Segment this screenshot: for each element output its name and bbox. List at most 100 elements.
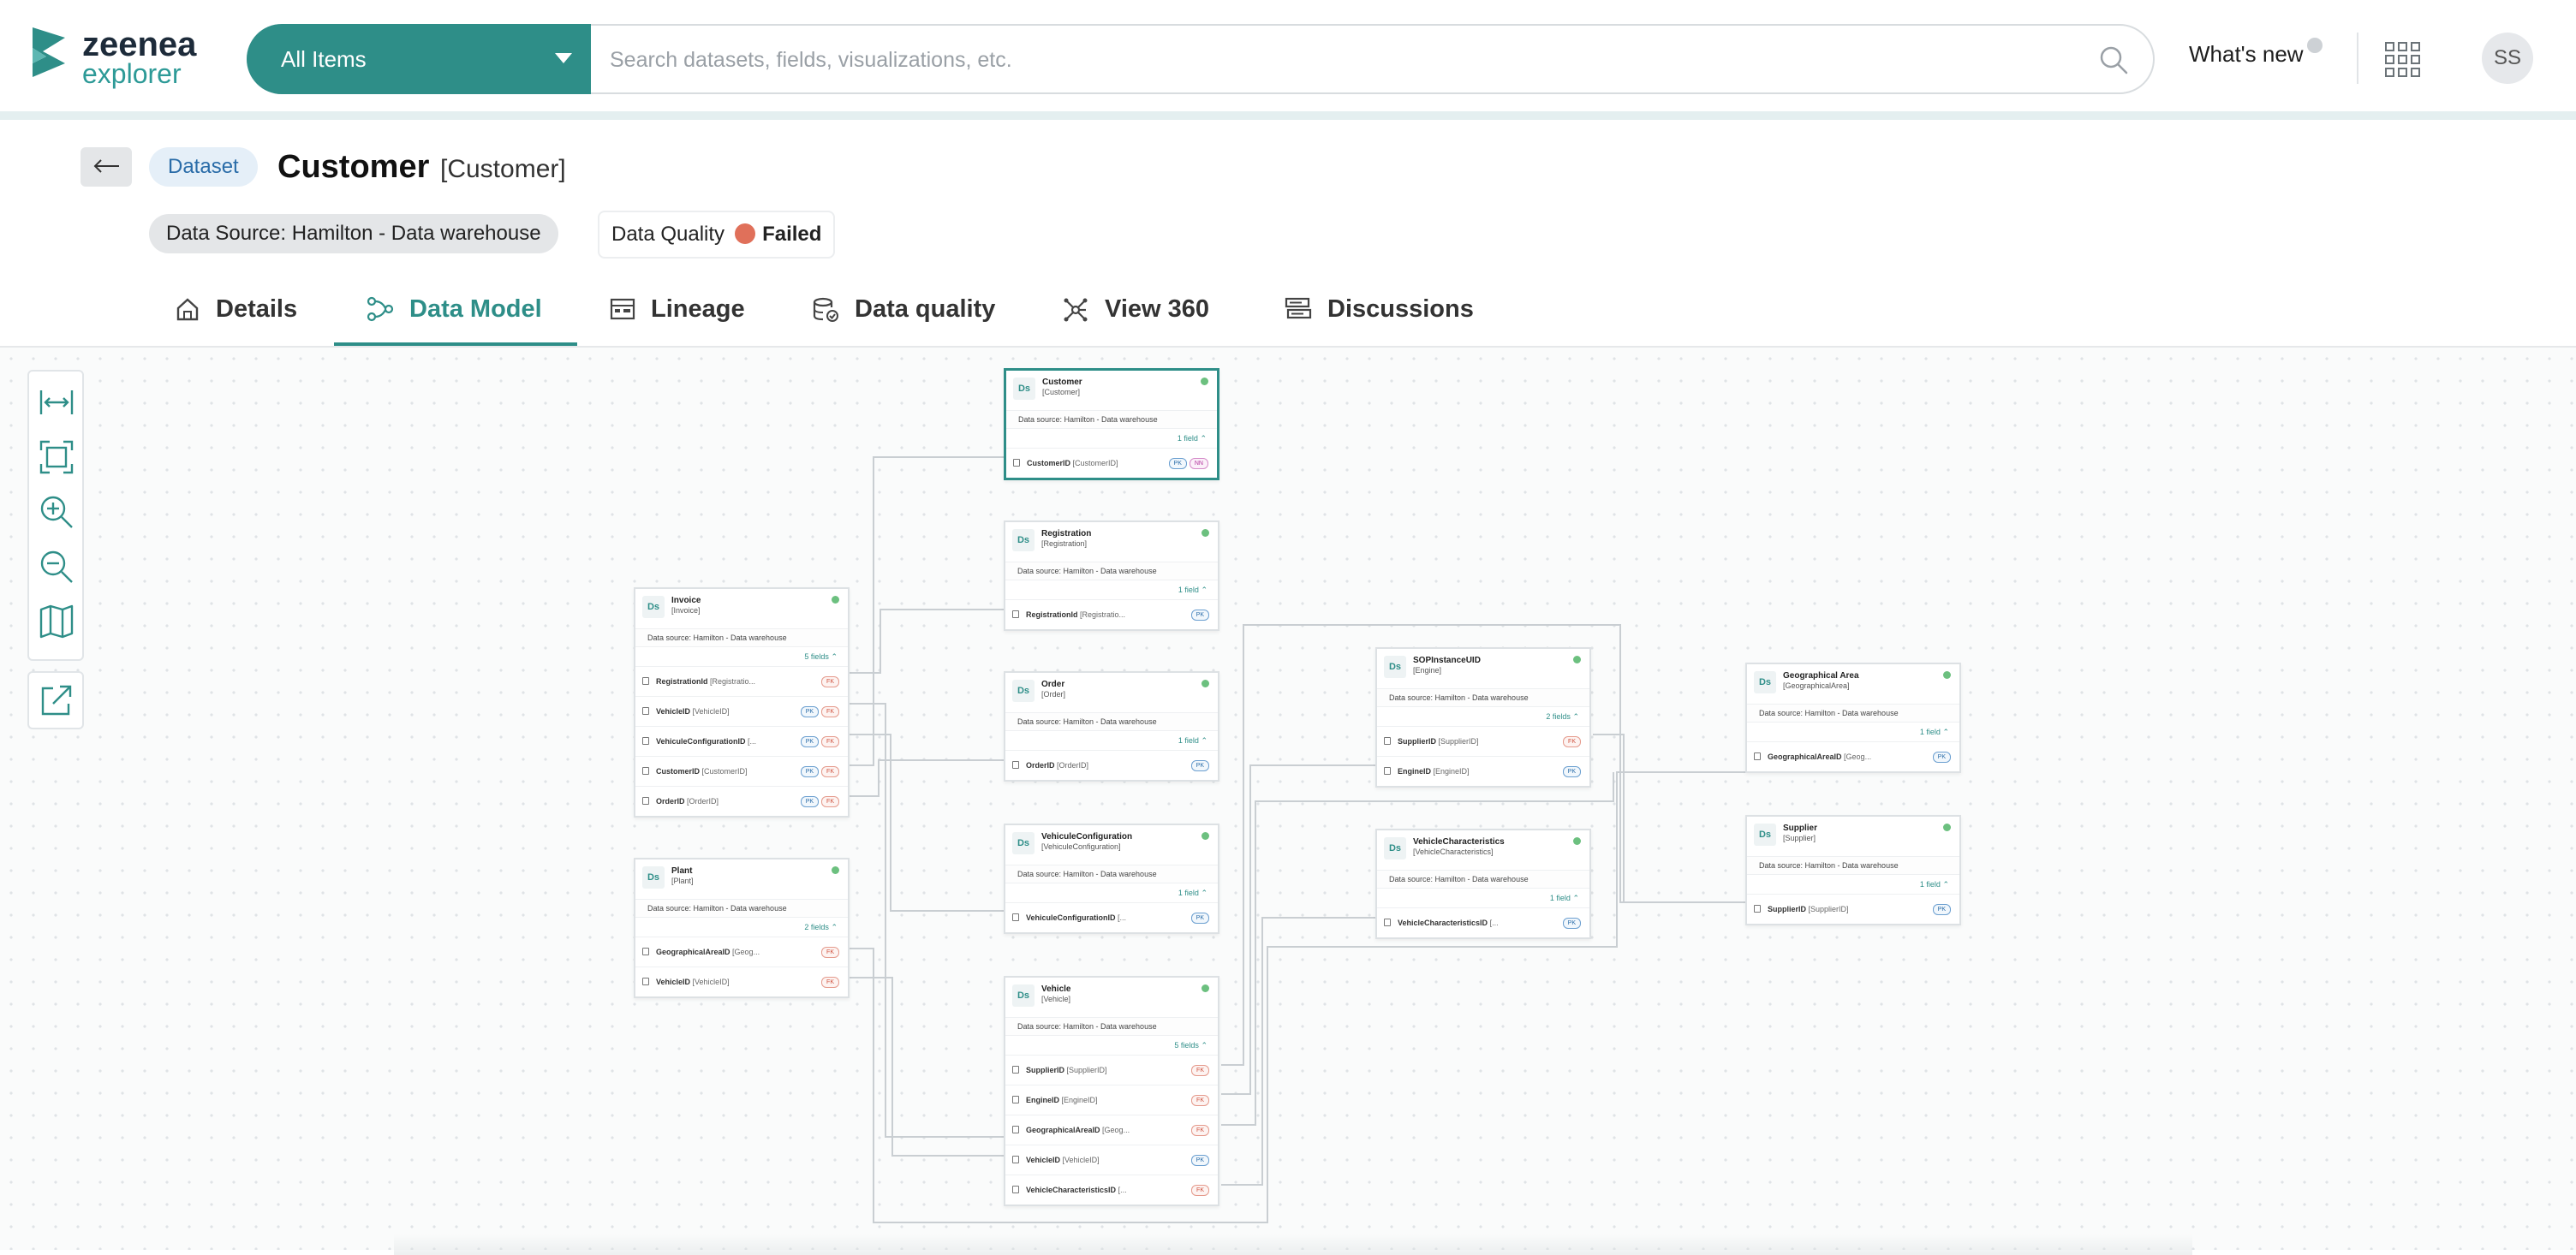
search-input[interactable]	[608, 38, 2067, 82]
key-badge-fk: FK	[821, 977, 839, 988]
key-badge-fk: FK	[821, 736, 839, 747]
field-row[interactable]: EngineID [EngineID] FK	[1005, 1085, 1218, 1115]
field-name: SupplierID	[1398, 737, 1437, 746]
node-field-count-toggle[interactable]: 1 field ⌃	[1005, 883, 1218, 902]
node-customer[interactable]: Ds Customer [Customer] Data source: Hamilto…	[1004, 368, 1219, 480]
key-badge-fk: FK	[1563, 736, 1581, 747]
node-field-count-toggle[interactable]: 1 field ⌃	[1005, 731, 1218, 750]
field-row[interactable]: VehicleCharacteristicsID [... PK	[1377, 907, 1589, 937]
field-keys: FK	[821, 947, 839, 958]
field-row[interactable]: SupplierID [SupplierID] FK	[1005, 1055, 1218, 1085]
node-technical-name: [Supplier]	[1783, 834, 1816, 842]
node-field-count-toggle[interactable]: 5 fields ⌃	[635, 647, 848, 666]
node-geographical-area[interactable]: Ds Geographical Area [GeographicalArea] Dat…	[1745, 663, 1961, 773]
node-field-count-toggle[interactable]: 1 field ⌃	[1747, 875, 1959, 894]
field-row[interactable]: RegistrationId [Registratio... FK	[635, 666, 848, 696]
zeenea-logo-icon	[33, 27, 65, 77]
data-source-chip[interactable]: Data Source: Hamilton - Data warehouse	[149, 214, 558, 253]
key-badge-pk: PK	[1562, 766, 1581, 777]
node-plant[interactable]: Ds Plant [Plant] Data source: Hamilton - Da…	[634, 858, 850, 998]
field-technical-name: [OrderID]	[687, 797, 719, 806]
chevron-up-icon: ⌃	[1201, 889, 1208, 897]
tab-details[interactable]: Details	[175, 279, 297, 348]
field-row[interactable]: GeographicalAreaID [Geog... FK	[635, 937, 848, 967]
tab-view-360[interactable]: View 360	[1062, 279, 1209, 348]
chevron-up-icon: ⌃	[1572, 894, 1579, 902]
node-invoice[interactable]: Ds Invoice [Invoice] Data source: Hamilton …	[634, 587, 850, 818]
data-quality-chip[interactable]: Data Quality Failed	[598, 211, 836, 259]
dataset-icon: Ds	[1384, 656, 1406, 678]
node-sop-instance-uid[interactable]: Ds SOPInstanceUID [Engine] Data source: Ham…	[1375, 647, 1591, 788]
field-technical-name: [Geog...	[1102, 1126, 1130, 1134]
field-row[interactable]: CustomerID [CustomerID] PK NN	[1006, 448, 1217, 478]
field-keys: FK	[1191, 1185, 1209, 1196]
key-badge-pk: PK	[1190, 610, 1209, 621]
node-vehicule-configuration[interactable]: Ds VehiculeConfiguration [VehiculeConfigur…	[1004, 824, 1219, 934]
node-data-source: Data source: Hamilton - Data warehouse	[1747, 856, 1959, 875]
field-type-icon	[642, 707, 649, 715]
tab-lineage[interactable]: Lineage	[610, 279, 745, 348]
field-row[interactable]: OrderID [OrderID] PK FK	[635, 786, 848, 816]
key-badge-fk: FK	[821, 796, 839, 807]
node-order[interactable]: Ds Order [Order] Data source: Hamilton - Da…	[1004, 671, 1219, 782]
caret-down-icon	[555, 53, 572, 63]
search-icon[interactable]	[2096, 43, 2131, 77]
key-badge-pk: PK	[1190, 760, 1209, 771]
field-row[interactable]: RegistrationId [Registratio... PK	[1005, 599, 1218, 629]
zeenea-logo[interactable]: zeenea explorer	[31, 26, 219, 94]
node-header: Ds Supplier [Supplier]	[1747, 817, 1959, 856]
data-model-canvas[interactable]: Ds Customer [Customer] Data source: Hamilto…	[0, 348, 2576, 1255]
node-field-count-toggle[interactable]: 5 fields ⌃	[1005, 1036, 1218, 1055]
field-row[interactable]: OrderID [OrderID] PK	[1005, 750, 1218, 780]
field-technical-name: [CustomerID]	[701, 767, 748, 776]
user-avatar[interactable]: SS	[2482, 33, 2533, 84]
node-vehicle-characteristics[interactable]: Ds VehicleCharacteristics [VehicleCharacte…	[1375, 829, 1591, 939]
back-button[interactable]	[80, 147, 132, 187]
whats-new-link[interactable]: What's new	[2189, 41, 2304, 68]
view-360-icon	[1064, 298, 1088, 322]
node-field-count: 1 field	[1178, 586, 1199, 594]
field-row[interactable]: VehiculeConfigurationID [... PK FK	[635, 726, 848, 756]
tab-data-quality[interactable]: Data quality	[812, 279, 995, 348]
node-header: Ds Vehicle [Vehicle]	[1005, 978, 1218, 1017]
node-name: Customer	[1042, 378, 1082, 387]
field-row[interactable]: GeographicalAreaID [Geog... FK	[1005, 1115, 1218, 1145]
search-scope-dropdown[interactable]: All Items	[247, 24, 591, 94]
field-row[interactable]: VehicleID [VehicleID] PK FK	[635, 696, 848, 726]
node-field-count-toggle[interactable]: 1 field ⌃	[1006, 429, 1217, 448]
field-row[interactable]: CustomerID [CustomerID] PK FK	[635, 756, 848, 786]
field-keys: PK NN	[1168, 458, 1208, 469]
status-dot-icon	[1943, 824, 1951, 831]
tab-data-model-label: Data Model	[409, 295, 542, 323]
node-name: VehicleCharacteristics	[1413, 837, 1505, 847]
tab-discussions[interactable]: Discussions	[1285, 279, 1474, 348]
node-name: Supplier	[1783, 824, 1818, 833]
node-field-count-toggle[interactable]: 1 field ⌃	[1005, 580, 1218, 599]
node-field-count-toggle[interactable]: 2 fields ⌃	[635, 918, 848, 937]
field-row[interactable]: SupplierID [SupplierID] FK	[1377, 726, 1589, 756]
node-name: VehiculeConfiguration	[1041, 832, 1133, 842]
field-keys: PK	[1562, 766, 1581, 777]
node-registration[interactable]: Ds Registration [Registration] Data source:…	[1004, 520, 1219, 631]
node-supplier[interactable]: Ds Supplier [Supplier] Data source: Hamilto…	[1745, 815, 1961, 925]
search-bar: All Items	[247, 24, 2155, 94]
field-row[interactable]: SupplierID [SupplierID] PK	[1747, 894, 1959, 924]
node-name: Invoice	[671, 596, 701, 605]
apps-grid-icon[interactable]	[2384, 41, 2422, 79]
node-header: Ds VehiculeConfiguration [VehiculeConfigur…	[1005, 825, 1218, 865]
status-dot-icon	[832, 596, 839, 604]
field-row[interactable]: VehiculeConfigurationID [... PK	[1005, 902, 1218, 932]
tab-data-model[interactable]: Data Model	[367, 279, 542, 348]
node-technical-name: [VehiculeConfiguration]	[1041, 842, 1121, 851]
field-row[interactable]: VehicleID [VehicleID] PK	[1005, 1145, 1218, 1175]
field-row[interactable]: EngineID [EngineID] PK	[1377, 756, 1589, 786]
field-row[interactable]: GeographicalAreaID [Geog... PK	[1747, 741, 1959, 771]
field-row[interactable]: VehicleID [VehicleID] FK	[635, 967, 848, 996]
field-row[interactable]: VehicleCharacteristicsID [... FK	[1005, 1175, 1218, 1204]
node-field-count-toggle[interactable]: 2 fields ⌃	[1377, 707, 1589, 726]
node-field-count-toggle[interactable]: 1 field ⌃	[1377, 889, 1589, 907]
node-vehicle[interactable]: Ds Vehicle [Vehicle] Data source: Hamilton …	[1004, 976, 1219, 1206]
node-data-source: Data source: Hamilton - Data warehouse	[1005, 1017, 1218, 1036]
node-technical-name: [Customer]	[1042, 388, 1081, 396]
node-field-count-toggle[interactable]: 1 field ⌃	[1747, 723, 1959, 741]
